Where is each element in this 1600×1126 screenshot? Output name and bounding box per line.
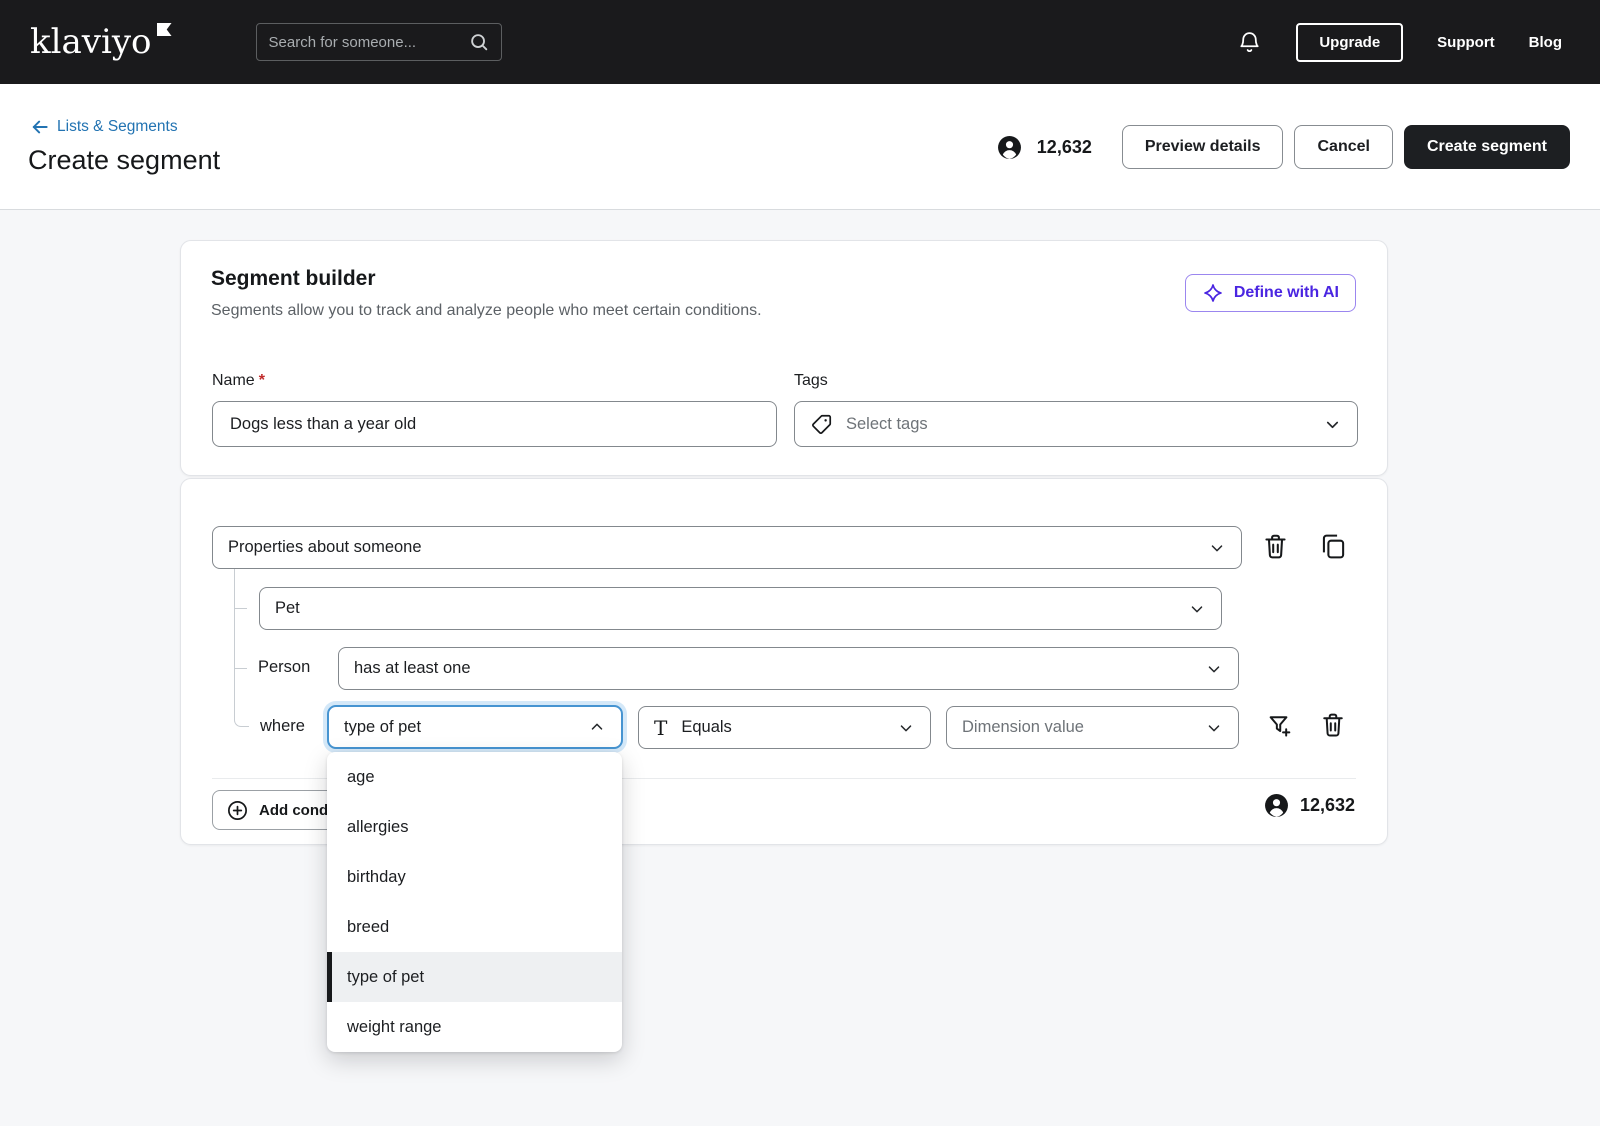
upgrade-button[interactable]: Upgrade bbox=[1296, 23, 1403, 62]
dropdown-option-weight-range[interactable]: weight range bbox=[327, 1002, 622, 1052]
profile-count-icon bbox=[997, 135, 1022, 160]
bell-icon[interactable] bbox=[1237, 30, 1262, 55]
tree-tick-person bbox=[235, 668, 247, 669]
nav-link-support[interactable]: Support bbox=[1437, 34, 1495, 51]
operator-select-value: Equals bbox=[681, 718, 731, 737]
trash-icon bbox=[1319, 711, 1347, 739]
search-input[interactable] bbox=[269, 34, 468, 51]
dropdown-option-type-of-pet[interactable]: type of pet bbox=[327, 952, 622, 1002]
back-link-label: Lists & Segments bbox=[57, 118, 178, 136]
klaviyo-logo[interactable]: klaviyo bbox=[30, 25, 172, 59]
sparkle-icon bbox=[1202, 282, 1224, 304]
profile-count: 12,632 bbox=[997, 135, 1092, 160]
builder-subtitle: Segments allow you to track and analyze … bbox=[211, 302, 762, 320]
segment-count: 12,632 bbox=[1264, 793, 1355, 818]
where-label: where bbox=[260, 717, 305, 736]
chevron-down-icon bbox=[1205, 719, 1223, 737]
dimension-select-value: type of pet bbox=[344, 718, 421, 737]
navbar-right: Upgrade Support Blog bbox=[1237, 23, 1562, 62]
segment-builder-card: Segment builder Segments allow you to tr… bbox=[180, 240, 1388, 476]
define-with-ai-label: Define with AI bbox=[1234, 284, 1339, 302]
dropdown-option-birthday[interactable]: birthday bbox=[327, 852, 622, 902]
logo-text: klaviyo bbox=[30, 22, 152, 62]
tags-select[interactable]: Select tags bbox=[794, 401, 1358, 447]
add-filter-icon bbox=[1266, 712, 1294, 740]
operator-select[interactable]: T Equals bbox=[638, 706, 931, 749]
duplicate-condition-button[interactable] bbox=[1318, 532, 1347, 561]
create-segment-button[interactable]: Create segment bbox=[1404, 125, 1570, 169]
plus-circle-icon bbox=[226, 799, 249, 822]
chevron-down-icon bbox=[1208, 539, 1226, 557]
text-type-icon: T bbox=[654, 718, 667, 738]
builder-title: Segment builder bbox=[211, 267, 376, 291]
back-link-lists-segments[interactable]: Lists & Segments bbox=[30, 117, 178, 137]
condition-category-select[interactable]: Properties about someone bbox=[212, 526, 1242, 569]
segment-name-input[interactable] bbox=[212, 401, 777, 447]
resource-select[interactable]: Pet bbox=[259, 587, 1222, 630]
top-navbar: klaviyo Upgrade Support Blog bbox=[0, 0, 1600, 84]
chevron-down-icon bbox=[897, 719, 915, 737]
resource-select-value: Pet bbox=[275, 599, 300, 618]
delete-rule-button[interactable] bbox=[1319, 711, 1347, 739]
required-marker: * bbox=[259, 372, 265, 389]
profile-count-icon bbox=[1264, 793, 1289, 818]
dropdown-option-allergies[interactable]: allergies bbox=[327, 802, 622, 852]
app-root: klaviyo Upgrade Support Blog Lists & Seg… bbox=[0, 0, 1600, 1126]
dimension-value-select[interactable]: Dimension value bbox=[946, 706, 1239, 749]
flag-logo-mark bbox=[157, 23, 172, 36]
define-with-ai-button[interactable]: Define with AI bbox=[1185, 274, 1356, 312]
quantifier-select[interactable]: has at least one bbox=[338, 647, 1239, 690]
condition-category-value: Properties about someone bbox=[228, 538, 422, 557]
chevron-down-icon bbox=[1323, 415, 1342, 434]
trash-icon bbox=[1261, 532, 1290, 561]
tags-placeholder: Select tags bbox=[846, 415, 928, 434]
tree-tick-pet bbox=[235, 608, 247, 609]
header-actions: 12,632 Preview details Cancel Create seg… bbox=[997, 125, 1570, 169]
dimension-value-placeholder: Dimension value bbox=[962, 718, 1084, 737]
dropdown-option-age[interactable]: age bbox=[327, 752, 622, 802]
preview-details-button[interactable]: Preview details bbox=[1122, 125, 1284, 169]
duplicate-icon bbox=[1318, 532, 1347, 561]
chevron-up-icon bbox=[588, 718, 606, 736]
name-label: Name* bbox=[212, 372, 265, 390]
dimension-dropdown: age allergies birthday breed type of pet… bbox=[327, 752, 622, 1052]
tags-label: Tags bbox=[794, 372, 828, 390]
search-icon bbox=[468, 31, 490, 53]
tag-icon bbox=[810, 413, 833, 436]
delete-condition-button[interactable] bbox=[1261, 532, 1290, 561]
cancel-button[interactable]: Cancel bbox=[1294, 125, 1392, 169]
global-search[interactable] bbox=[256, 23, 502, 61]
quantifier-select-value: has at least one bbox=[354, 659, 471, 678]
back-arrow-icon bbox=[30, 117, 50, 137]
add-filter-button[interactable] bbox=[1266, 712, 1294, 740]
page-header: Lists & Segments Create segment 12,632 P… bbox=[0, 84, 1600, 210]
chevron-down-icon bbox=[1205, 660, 1223, 678]
segment-count-value: 12,632 bbox=[1300, 795, 1355, 816]
chevron-down-icon bbox=[1188, 600, 1206, 618]
tree-elbow-where bbox=[234, 712, 249, 727]
page-title: Create segment bbox=[28, 145, 220, 176]
dimension-select[interactable]: type of pet bbox=[327, 705, 623, 749]
profile-count-value: 12,632 bbox=[1037, 137, 1092, 158]
nav-link-blog[interactable]: Blog bbox=[1529, 34, 1562, 51]
tree-line-vertical bbox=[234, 569, 235, 712]
person-label: Person bbox=[258, 658, 310, 677]
dropdown-option-breed[interactable]: breed bbox=[327, 902, 622, 952]
